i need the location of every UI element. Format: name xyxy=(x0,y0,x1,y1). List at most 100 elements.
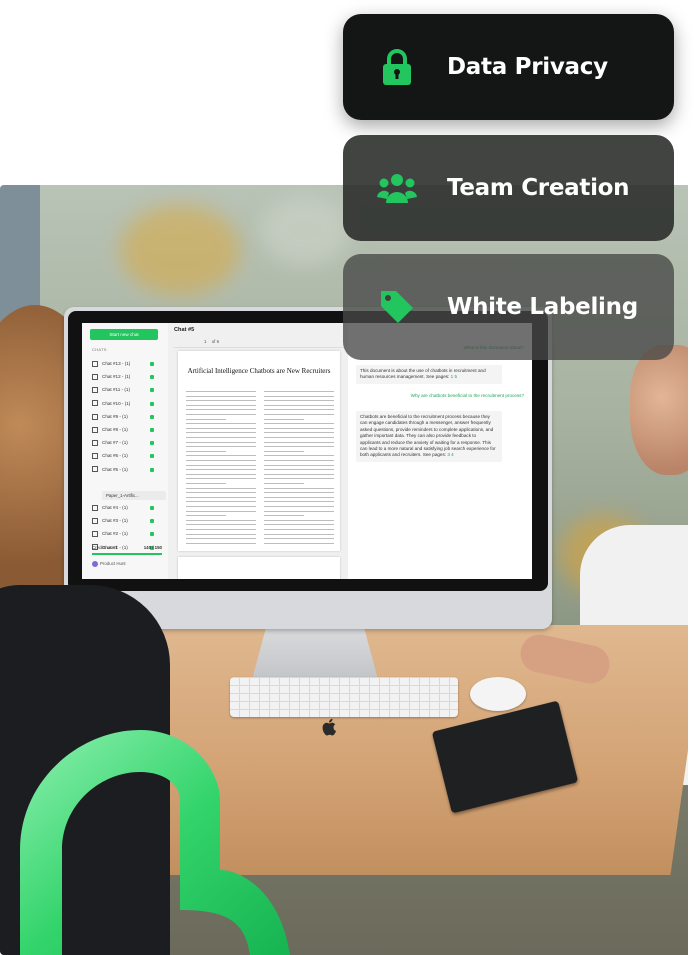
chat-item-label: Chat #6 - (1) xyxy=(102,453,128,459)
pdf-text-line xyxy=(186,427,256,429)
pdf-text-line xyxy=(264,460,334,461)
pdf-text-line xyxy=(186,487,256,489)
pdf-text-line xyxy=(264,524,334,526)
sidebar-chat-item[interactable]: Chat #12 - (1) xyxy=(92,372,160,382)
pdf-text-line xyxy=(186,395,256,397)
pdf-text-line xyxy=(264,496,334,498)
pdf-text-line xyxy=(186,501,256,503)
chat-icon xyxy=(92,453,98,460)
pdf-text-line xyxy=(186,542,256,544)
chat-icon xyxy=(92,426,98,433)
check-icon xyxy=(150,519,154,524)
check-icon xyxy=(150,428,154,432)
sidebar-chat-item[interactable]: Chat #6 - (1) xyxy=(92,451,160,461)
check-icon xyxy=(150,401,154,406)
team-icon xyxy=(377,168,417,208)
document-title: Chat #5 xyxy=(174,327,195,333)
pdf-text-line xyxy=(186,510,256,512)
green-ribbon-shape xyxy=(20,730,290,955)
check-icon xyxy=(150,467,154,472)
pdf-text-line xyxy=(264,414,334,415)
sidebar-chat-item[interactable]: Chat #10 - (1) xyxy=(92,399,160,409)
document-toolbar: 1 of 6 xyxy=(174,339,344,348)
chat-item-label: Chat #5 - (1) xyxy=(102,466,128,472)
answer-1-pages[interactable]: 1 5 xyxy=(451,374,457,379)
product-hunt-badge[interactable]: Product Hunt xyxy=(92,561,152,567)
pdf-text-line xyxy=(186,400,256,402)
pdf-text-line xyxy=(264,409,334,411)
paper-title: Artificial Intelligence Chatbots are New… xyxy=(187,367,331,375)
pdf-text-line xyxy=(264,542,334,544)
chat-icon xyxy=(92,360,98,367)
feature-label: Data Privacy xyxy=(447,54,608,80)
sidebar-chat-item[interactable]: Chat #7 - (1) xyxy=(92,438,160,448)
pdf-text-line xyxy=(186,418,226,420)
pdf-text-line xyxy=(264,533,334,535)
feature-label: Team Creation xyxy=(447,175,630,201)
pdf-text-line xyxy=(264,478,334,480)
pdf-text-line xyxy=(264,506,334,507)
sidebar-chat-item[interactable]: Chat #2 - (1) xyxy=(92,529,160,539)
credits-bar xyxy=(92,553,162,555)
pdf-text-line xyxy=(264,464,334,466)
pdf-text-line xyxy=(186,409,256,411)
chat-icon xyxy=(92,517,98,524)
pdf-text-line xyxy=(264,510,334,512)
chat-item-label: Chat #4 - (1) xyxy=(102,505,128,510)
chat-icon xyxy=(92,400,98,407)
pdf-text-line xyxy=(264,418,304,420)
pdf-text-line xyxy=(186,432,256,434)
answer-2: Chatbots are beneficial to the recruitme… xyxy=(356,411,502,462)
sidebar-chat-item[interactable]: Chat #3 - (1) xyxy=(92,516,160,526)
pdf-text-line xyxy=(264,469,334,471)
sidebar-chat-item[interactable]: Chat #4 - (1) xyxy=(92,503,160,513)
check-icon xyxy=(150,506,154,510)
pdf-text-line xyxy=(186,538,256,540)
chat-item-label: Chat #8 - (1) xyxy=(102,427,128,432)
chat-icon xyxy=(92,413,98,420)
feature-card-team-creation: Team Creation xyxy=(343,135,674,241)
pdf-text-line xyxy=(264,446,334,448)
app-sidebar: Start new chat CHATS Chat #13 - (1) Chat … xyxy=(82,323,169,579)
pdf-text-line xyxy=(186,450,226,452)
chat-item-label: Chat #13 - (1) xyxy=(102,361,131,366)
paper-file-item[interactable]: Paper_1-Artific... xyxy=(102,491,166,500)
pdf-text-line xyxy=(186,446,256,448)
chat-icon xyxy=(92,387,98,394)
pdf-text-line xyxy=(264,538,334,540)
bokeh-sky xyxy=(260,195,350,265)
chat-item-label: Chat #9 - (1) xyxy=(102,413,128,419)
product-hunt-label: Product Hunt xyxy=(100,561,126,567)
sidebar-chat-item[interactable]: Chat #8 - (1) xyxy=(92,425,160,435)
pdf-text-line xyxy=(186,492,256,494)
start-new-chat-button[interactable]: Start new chat xyxy=(90,329,158,340)
check-icon xyxy=(150,454,154,459)
sidebar-chat-item[interactable]: Chat #9 - (1) xyxy=(92,412,160,422)
sidebar-chat-item[interactable]: Chat #11 - (1) xyxy=(92,385,160,395)
pdf-text-line xyxy=(186,519,256,521)
pdf-text-line xyxy=(186,533,256,535)
pdf-text-line xyxy=(264,483,304,484)
pdf-text-line xyxy=(186,478,256,480)
chat-item-label: Chat #2 - (1) xyxy=(102,531,128,537)
chat-icon xyxy=(92,504,98,511)
pdf-text-line xyxy=(186,441,256,443)
pdf-page-2 xyxy=(178,557,340,579)
sidebar-chat-item[interactable]: Chat #5 - (1) xyxy=(92,465,160,475)
answer-2-text: Chatbots are beneficial to the recruitme… xyxy=(360,414,496,458)
answer-1: This document is about the use of chatbo… xyxy=(356,365,502,384)
pdf-text-line xyxy=(186,460,256,461)
check-icon xyxy=(150,388,154,393)
chat-icon xyxy=(92,466,98,473)
pdf-text-line xyxy=(264,487,334,489)
feature-card-data-privacy: Data Privacy xyxy=(343,14,674,120)
pdf-text-line xyxy=(264,450,304,452)
pdf-text-line xyxy=(186,391,256,392)
pdf-text-line xyxy=(186,455,256,457)
pdf-text-line xyxy=(264,515,304,517)
answer-2-pages[interactable]: 3 4 xyxy=(447,452,453,457)
sidebar-chat-item[interactable]: Chat #13 - (1) xyxy=(92,359,160,369)
feature-card-white-labeling: White Labeling xyxy=(343,254,674,360)
page-number[interactable]: 1 xyxy=(204,339,206,344)
man-head xyxy=(630,345,688,475)
